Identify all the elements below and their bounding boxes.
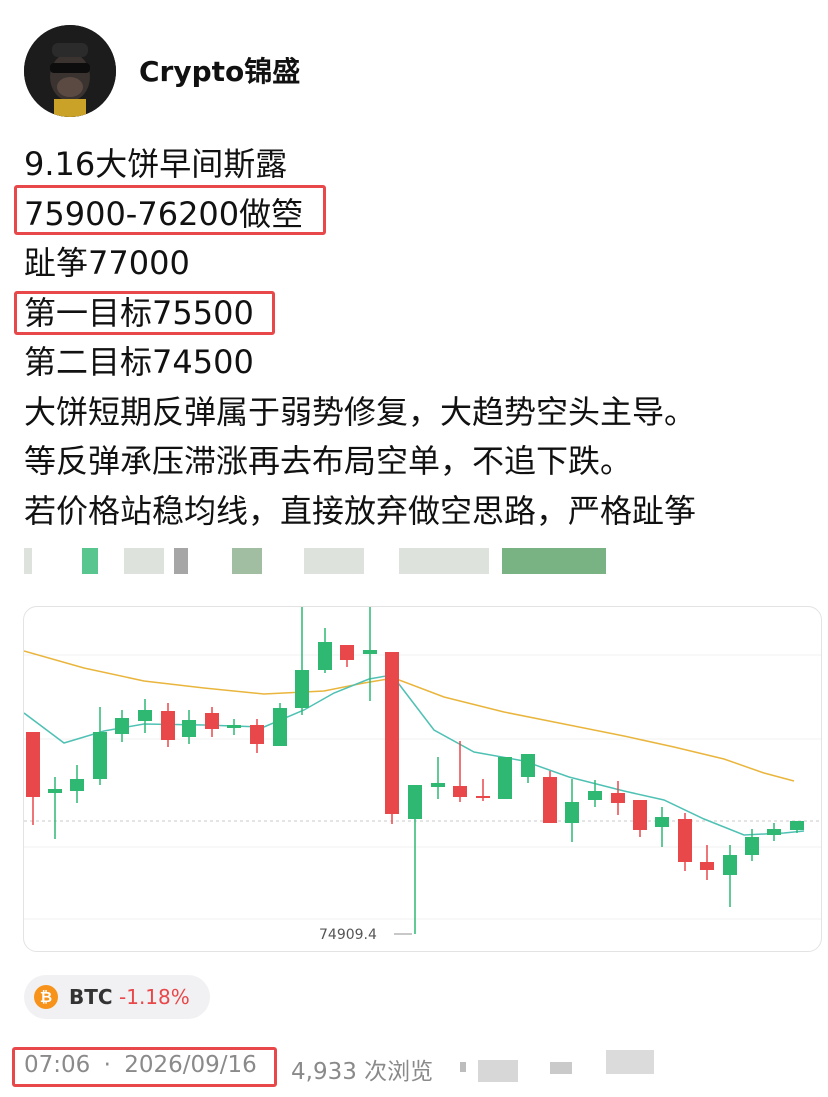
author-avatar[interactable] [24,25,116,117]
candle-body [273,708,287,746]
highlight-box-timestamp [12,1047,277,1087]
blurred-meta-pixel [460,1062,466,1072]
candle-body [161,711,175,740]
candle-body [227,725,241,728]
candle-body [431,783,445,787]
post-line-analysis-1: 大饼短期反弹属于弱势修复，大趋势空头主导。 [24,392,697,431]
post-line-target-2: 第二目标74500 [24,343,254,381]
candle-body [565,802,579,823]
candle-body [453,786,467,797]
bitcoin-icon: ₿ [34,985,58,1009]
candle-body [318,642,332,670]
candle-body [48,789,62,793]
author-name[interactable]: Crypto锦盛 [139,50,300,90]
low-price-label: 74909.4 [319,927,377,943]
blurred-meta-pixel [606,1050,654,1074]
ticker-symbol: BTC [69,985,113,1009]
blurred-meta-pixel [478,1060,518,1082]
candle-body [115,718,129,734]
candle-body [26,732,40,797]
candle-body [767,829,781,835]
blurred-text-row [24,540,624,580]
candle-body [633,800,647,830]
candle-body [611,793,625,803]
candle-body [790,821,804,830]
candle-body [340,645,354,660]
btc-ticker-tag[interactable]: ₿ BTC -1.18% [24,975,210,1019]
candle-body [521,754,535,777]
candle-body [205,713,219,729]
candle-body [385,652,399,814]
candle-body [655,817,669,827]
candle-body [498,757,512,799]
price-chart[interactable]: 74909.4 [23,606,822,952]
candle-body [476,796,490,798]
candle-body [182,720,196,737]
view-count: 4,933 次浏览 [291,1059,434,1085]
candle-body [93,732,107,779]
candle-body [588,791,602,800]
candle-body [408,785,422,819]
candle-body [700,862,714,870]
post-line-title: 9.16大饼早间斯露 [24,145,288,183]
ticker-change: -1.18% [119,985,190,1009]
candle-body [363,650,377,654]
post-line-analysis-2: 等反弹承压滞涨再去布局空单，不追下跌。 [24,442,633,480]
candle-body [678,819,692,862]
candle-body [745,837,759,855]
post-line-analysis-3: 若价格站稳均线，直接放弃做空思路，严格趾筝 [24,491,697,530]
candle-body [138,710,152,721]
candle-body [543,777,557,823]
ape-avatar-icon [24,25,116,117]
candle-body [250,725,264,744]
highlight-box-target [14,291,275,335]
candlestick-chart: 74909.4 [24,607,821,943]
candle-body [723,855,737,875]
blurred-meta-pixel [550,1062,572,1074]
candle-body [70,779,84,791]
highlight-box-entry [14,185,326,235]
post-line-stop: 趾筝77000 [24,244,190,282]
candle-body [295,670,309,708]
